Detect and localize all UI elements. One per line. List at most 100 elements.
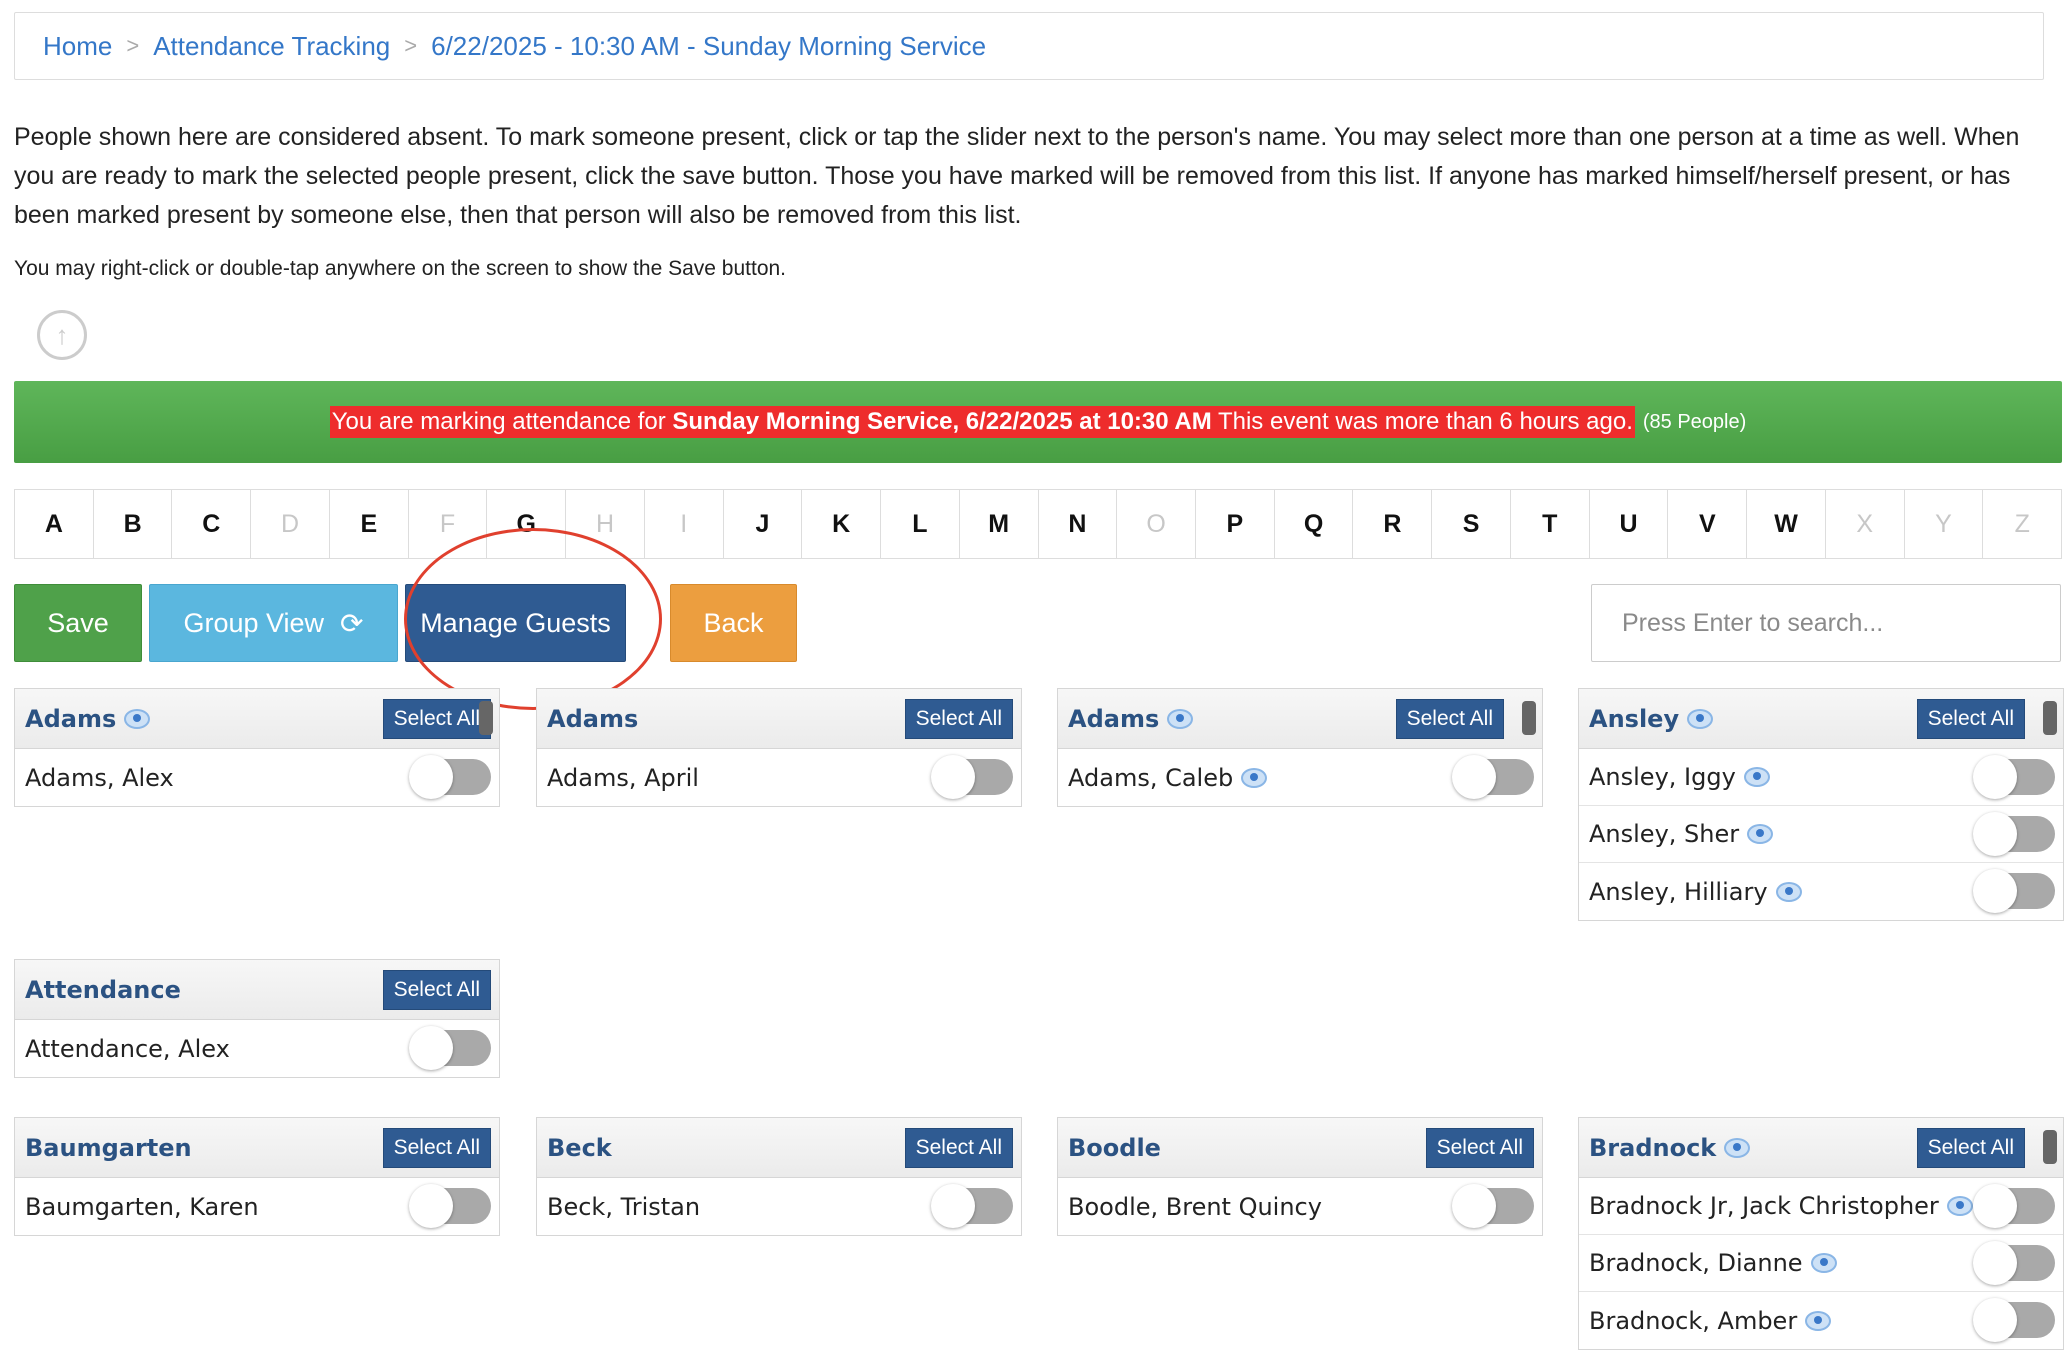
present-toggle[interactable] (1973, 1298, 2055, 1342)
present-toggle[interactable] (1452, 755, 1534, 799)
toggle-knob (1452, 1184, 1496, 1228)
group-header: Beck Select All (537, 1118, 1021, 1178)
present-toggle[interactable] (1973, 869, 2055, 913)
select-all-button[interactable]: Select All (382, 1128, 491, 1168)
present-toggle[interactable] (1973, 1184, 2055, 1228)
member-row: Bradnock, Amber (1579, 1292, 2063, 1349)
member-name: Adams, Alex (25, 763, 174, 792)
group-header: Adams Select All (1058, 689, 1542, 749)
breadcrumb-separator: > (404, 33, 418, 58)
select-all-button[interactable]: Select All (904, 1128, 1013, 1168)
present-toggle[interactable] (931, 1184, 1013, 1228)
letter-filter-i: I (645, 490, 724, 558)
toggle-knob (1452, 755, 1496, 799)
letter-filter-p[interactable]: P (1196, 490, 1275, 558)
present-toggle[interactable] (409, 1026, 491, 1070)
eye-icon[interactable] (124, 708, 151, 729)
breadcrumb-attendance-link[interactable]: Attendance Tracking (153, 31, 390, 62)
present-toggle[interactable] (931, 755, 1013, 799)
eye-icon[interactable] (1724, 1137, 1751, 1158)
letter-filter-b[interactable]: B (94, 490, 173, 558)
select-all-button[interactable]: Select All (1395, 699, 1504, 739)
family-group-card: Boodle Select All Boodle, Brent Quincy (1057, 1117, 1543, 1236)
present-toggle[interactable] (1452, 1184, 1534, 1228)
scroll-up-button[interactable]: ↑ (37, 310, 87, 360)
scrollbar-thumb[interactable] (479, 701, 493, 735)
toggle-knob (931, 755, 975, 799)
select-all-button[interactable]: Select All (382, 699, 491, 739)
scrollbar-thumb[interactable] (2043, 701, 2057, 735)
letter-filter-d: D (251, 490, 330, 558)
present-toggle[interactable] (409, 1184, 491, 1228)
letter-filter-l[interactable]: L (881, 490, 960, 558)
alphabet-filter: ABCDEFGHIJKLMNOPQRSTUVWXY Z (14, 489, 2062, 559)
member-name: Baumgarten, Karen (25, 1192, 259, 1221)
letter-filter-j[interactable]: J (724, 490, 803, 558)
refresh-icon: ⟳ (340, 607, 364, 639)
breadcrumb-event-link[interactable]: 6/22/2025 - 10:30 AM - Sunday Morning Se… (431, 31, 986, 62)
letter-filter-g[interactable]: G (487, 490, 567, 558)
eye-icon[interactable] (1810, 1253, 1837, 1273)
letter-filter-k[interactable]: K (802, 490, 882, 558)
back-button-label: Back (703, 607, 764, 638)
letter-filter-s[interactable]: S (1432, 490, 1511, 558)
letter-filter-v[interactable]: V (1668, 490, 1748, 558)
banner-warning: You are marking attendance for Sunday Mo… (329, 406, 1635, 438)
select-all-button[interactable]: Select All (1425, 1128, 1534, 1168)
letter-filter-w[interactable]: W (1747, 490, 1826, 558)
family-group-card: Bradnock Select All Bradnock Jr, Jack Chri… (1578, 1117, 2064, 1350)
manage-guests-button[interactable]: Manage Guests (405, 584, 626, 662)
letter-filter-o: O (1117, 490, 1197, 558)
letter-filter-r[interactable]: R (1353, 490, 1433, 558)
present-toggle[interactable] (1973, 1241, 2055, 1285)
search-input[interactable] (1591, 584, 2061, 662)
save-button[interactable]: Save (14, 584, 142, 662)
member-row: Attendance, Alex (15, 1020, 499, 1077)
family-group-card: Baumgarten Select All Baumgarten, Karen (14, 1117, 500, 1236)
family-group-card: Adams Select All Adams, Caleb (1057, 688, 1543, 807)
present-toggle[interactable] (409, 755, 491, 799)
toggle-knob (1973, 812, 2017, 856)
member-name: Ansley, Sher (1589, 820, 1740, 848)
letter-filter-u[interactable]: U (1590, 490, 1669, 558)
eye-icon[interactable] (1805, 1310, 1832, 1331)
letter-filter-m[interactable]: M (960, 490, 1039, 558)
letter-filter-n[interactable]: N (1039, 490, 1118, 558)
member-row: Boodle, Brent Quincy (1058, 1178, 1542, 1235)
letter-filter-f: F (409, 490, 488, 558)
eye-icon[interactable] (1775, 881, 1802, 902)
scrollbar-thumb[interactable] (2043, 1130, 2057, 1164)
group-view-button[interactable]: Group View ⟳ (149, 584, 398, 662)
eye-icon[interactable] (1743, 767, 1770, 787)
group-view-label: Group View (183, 607, 325, 638)
scrollbar-thumb[interactable] (1522, 701, 1536, 735)
member-row: Bradnock, Dianne (1579, 1235, 2063, 1292)
member-row: Ansley, Hilliary (1579, 863, 2063, 920)
save-button-label: Save (47, 607, 109, 638)
letter-filter-e[interactable]: E (330, 490, 409, 558)
present-toggle[interactable] (1973, 755, 2055, 799)
letter-filter-q[interactable]: Q (1275, 490, 1354, 558)
eye-icon[interactable] (1687, 708, 1714, 729)
eye-icon[interactable] (1747, 824, 1774, 844)
eye-icon[interactable] (1241, 767, 1268, 788)
eye-icon[interactable] (1167, 708, 1194, 729)
eye-icon[interactable] (1946, 1196, 1973, 1216)
select-all-button[interactable]: Select All (1916, 699, 2025, 739)
toggle-knob (1973, 755, 2017, 799)
instructions-text: People shown here are considered absent.… (14, 123, 2020, 229)
select-all-button[interactable]: Select All (382, 970, 491, 1010)
group-title: Boodle (1068, 1133, 1161, 1162)
toggle-knob (1973, 869, 2017, 913)
group-title: Adams (1068, 704, 1160, 733)
back-button[interactable]: Back (670, 584, 797, 662)
group-header: Baumgarten Select All (15, 1118, 499, 1178)
letter-filter-t[interactable]: T (1511, 490, 1590, 558)
letter-filter-c[interactable]: C (172, 490, 252, 558)
select-all-button[interactable]: Select All (1916, 1128, 2025, 1168)
breadcrumb-home-link[interactable]: Home (43, 31, 112, 62)
banner-suffix: This event was more than 6 hours ago. (1211, 408, 1633, 435)
letter-filter-a[interactable]: A (15, 490, 94, 558)
select-all-button[interactable]: Select All (904, 699, 1013, 739)
present-toggle[interactable] (1973, 812, 2055, 856)
